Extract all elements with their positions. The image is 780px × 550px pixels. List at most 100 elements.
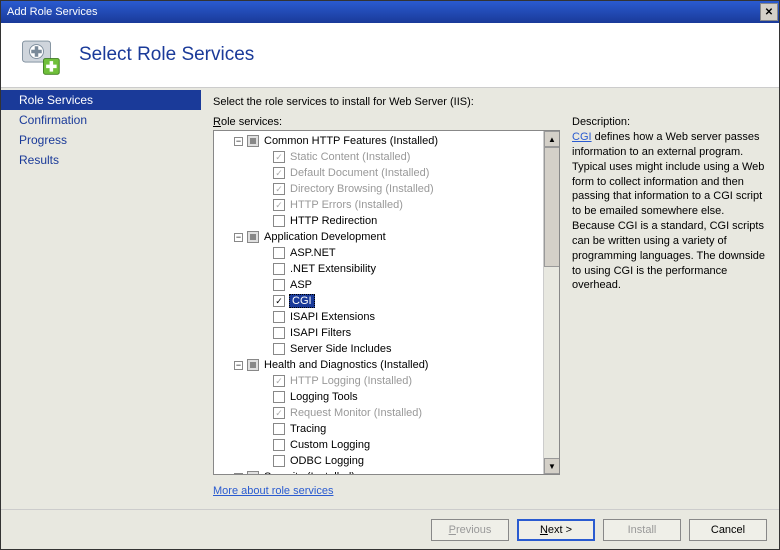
node-checkbox[interactable] (273, 151, 285, 163)
node-label[interactable]: Default Document (Installed) (289, 167, 430, 179)
description-link[interactable]: CGI (572, 131, 592, 143)
tree-node[interactable]: Directory Browsing (Installed) (218, 181, 543, 197)
description-text: CGI defines how a Web server passes info… (572, 130, 767, 293)
tree-node[interactable]: Logging Tools (218, 389, 543, 405)
node-checkbox[interactable] (273, 391, 285, 403)
node-checkbox[interactable] (247, 135, 259, 147)
nav-progress[interactable]: Progress (1, 130, 201, 150)
node-label[interactable]: Directory Browsing (Installed) (289, 183, 435, 195)
tree-node[interactable]: Default Document (Installed) (218, 165, 543, 181)
cancel-button[interactable]: Cancel (689, 519, 767, 541)
tree-node[interactable]: ASP.NET (218, 245, 543, 261)
node-label[interactable]: HTTP Errors (Installed) (289, 199, 404, 211)
node-label[interactable]: Common HTTP Features (Installed) (263, 135, 439, 147)
node-label[interactable]: ASP (289, 279, 313, 291)
tree-node[interactable]: − Application Development (218, 229, 543, 245)
node-label[interactable]: Server Side Includes (289, 343, 393, 355)
nav-confirmation[interactable]: Confirmation (1, 110, 201, 130)
tree-node[interactable]: .NET Extensibility (218, 261, 543, 277)
node-checkbox[interactable] (273, 263, 285, 275)
node-label[interactable]: CGI (289, 294, 315, 308)
tree-node[interactable]: ISAPI Filters (218, 325, 543, 341)
node-checkbox[interactable] (273, 439, 285, 451)
node-checkbox[interactable] (273, 215, 285, 227)
next-button[interactable]: Next > (517, 519, 595, 541)
sidebar: Role Services Confirmation Progress Resu… (1, 88, 201, 509)
scroll-thumb[interactable] (544, 147, 560, 267)
nav-role-services[interactable]: Role Services (1, 90, 201, 110)
scroll-down-button[interactable]: ▼ (544, 458, 560, 474)
expand-toggle[interactable]: − (234, 361, 243, 370)
node-checkbox[interactable] (273, 375, 285, 387)
more-link[interactable]: More about role services (213, 485, 333, 497)
node-label[interactable]: Static Content (Installed) (289, 151, 411, 163)
tree-node[interactable]: − Health and Diagnostics (Installed) (218, 357, 543, 373)
node-label[interactable]: Custom Logging (289, 439, 371, 451)
tree-node[interactable]: Static Content (Installed) (218, 149, 543, 165)
content: Role Services Confirmation Progress Resu… (1, 88, 779, 509)
node-checkbox[interactable] (273, 327, 285, 339)
node-label[interactable]: ASP.NET (289, 247, 337, 259)
node-label[interactable]: Request Monitor (Installed) (289, 407, 423, 419)
node-checkbox[interactable] (273, 183, 285, 195)
node-checkbox[interactable] (273, 247, 285, 259)
node-label[interactable]: Health and Diagnostics (Installed) (263, 359, 429, 371)
node-label[interactable]: HTTP Logging (Installed) (289, 375, 413, 387)
node-label[interactable]: HTTP Redirection (289, 215, 378, 227)
node-checkbox[interactable] (273, 167, 285, 179)
tree-node[interactable]: Tracing (218, 421, 543, 437)
node-checkbox[interactable] (273, 311, 285, 323)
tree-node[interactable]: Request Monitor (Installed) (218, 405, 543, 421)
node-checkbox[interactable] (247, 471, 259, 474)
expand-toggle[interactable]: − (234, 473, 243, 475)
node-checkbox[interactable] (273, 295, 285, 307)
tree-node[interactable]: ODBC Logging (218, 453, 543, 469)
node-label[interactable]: Logging Tools (289, 391, 359, 403)
tree-node[interactable]: − Security (Installed) (218, 469, 543, 474)
tree-node[interactable]: HTTP Redirection (218, 213, 543, 229)
tree-node[interactable]: ISAPI Extensions (218, 309, 543, 325)
page-heading: Select Role Services (79, 44, 254, 66)
tree-node[interactable]: CGI (218, 293, 543, 309)
footer: Previous Next > Install Cancel (1, 509, 779, 549)
scroll-up-button[interactable]: ▲ (544, 131, 560, 147)
node-checkbox[interactable] (273, 199, 285, 211)
node-checkbox[interactable] (273, 407, 285, 419)
window-title: Add Role Services (7, 6, 98, 18)
role-services-tree[interactable]: − Common HTTP Features (Installed) Static … (214, 131, 543, 474)
tree-container: − Common HTTP Features (Installed) Static … (213, 130, 560, 475)
node-label[interactable]: ODBC Logging (289, 455, 365, 467)
node-label[interactable]: Application Development (263, 231, 387, 243)
tree-node[interactable]: Custom Logging (218, 437, 543, 453)
node-label[interactable]: Security (Installed) (263, 471, 356, 474)
expand-toggle[interactable]: − (234, 137, 243, 146)
close-button[interactable]: ✕ (760, 3, 778, 21)
node-label[interactable]: ISAPI Filters (289, 327, 352, 339)
description-body: defines how a Web server passes informat… (572, 131, 765, 291)
node-label[interactable]: ISAPI Extensions (289, 311, 376, 323)
description-label: Description: (572, 116, 767, 128)
tree-node[interactable]: − Common HTTP Features (Installed) (218, 133, 543, 149)
tree-node[interactable]: HTTP Logging (Installed) (218, 373, 543, 389)
tree-node[interactable]: ASP (218, 277, 543, 293)
instruction-text: Select the role services to install for … (213, 96, 767, 108)
nav-results[interactable]: Results (1, 150, 201, 170)
node-checkbox[interactable] (273, 455, 285, 467)
expand-toggle[interactable]: − (234, 233, 243, 242)
scrollbar[interactable]: ▲ ▼ (543, 131, 559, 474)
previous-button: Previous (431, 519, 509, 541)
header: Select Role Services (1, 23, 779, 88)
main-panel: Select the role services to install for … (201, 88, 779, 509)
node-checkbox[interactable] (247, 359, 259, 371)
node-checkbox[interactable] (273, 343, 285, 355)
node-checkbox[interactable] (247, 231, 259, 243)
wizard-window: Add Role Services ✕ Select Role Services… (0, 0, 780, 550)
node-checkbox[interactable] (273, 423, 285, 435)
node-label[interactable]: Tracing (289, 423, 327, 435)
tree-node[interactable]: HTTP Errors (Installed) (218, 197, 543, 213)
node-checkbox[interactable] (273, 279, 285, 291)
wizard-icon (19, 34, 61, 76)
titlebar: Add Role Services ✕ (1, 1, 779, 23)
tree-node[interactable]: Server Side Includes (218, 341, 543, 357)
node-label[interactable]: .NET Extensibility (289, 263, 377, 275)
